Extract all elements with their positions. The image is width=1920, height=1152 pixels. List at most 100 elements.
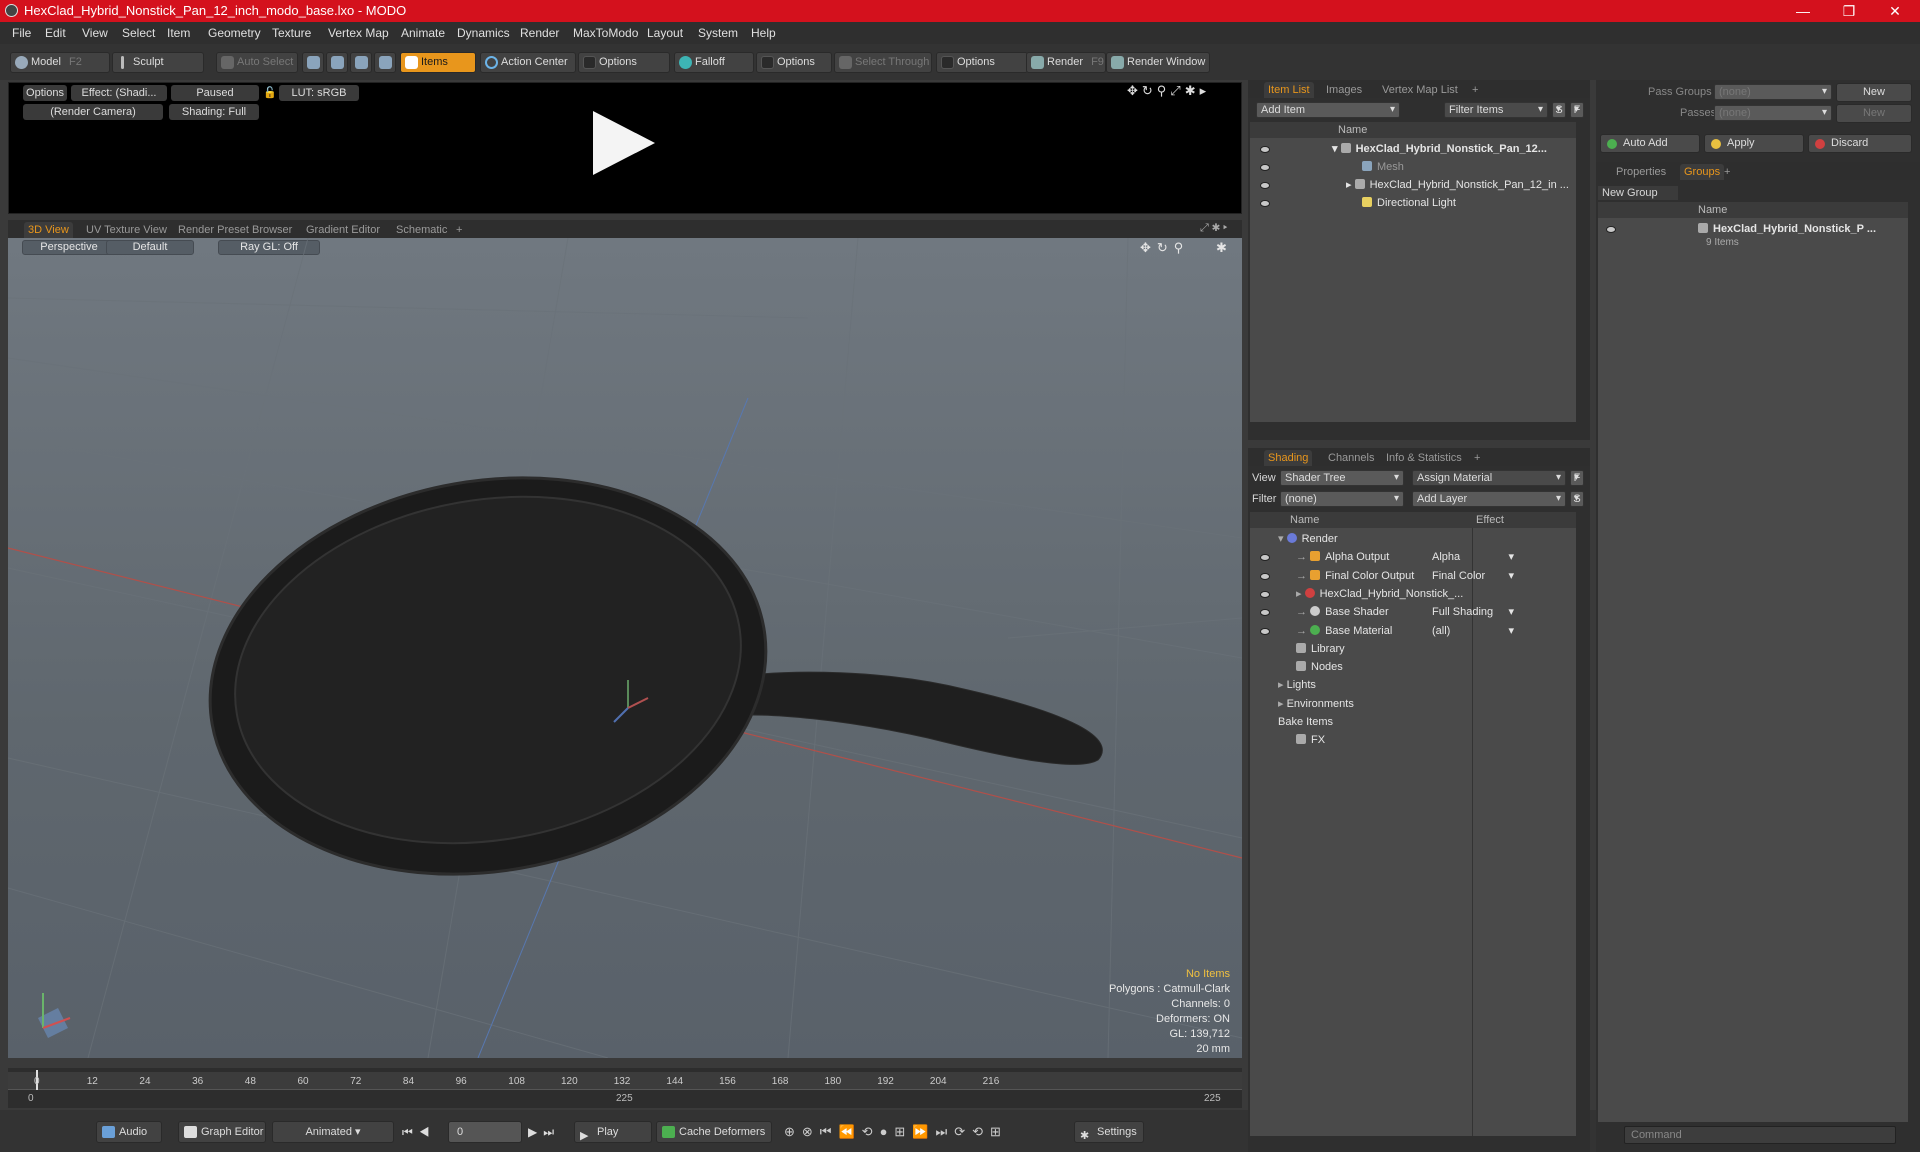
list-item[interactable]: Directional Light [1250, 194, 1576, 212]
frame-input[interactable]: 0 [448, 1121, 522, 1143]
shader-row[interactable]: Nodes [1250, 658, 1576, 676]
menu-view[interactable]: View [82, 26, 108, 40]
play-icon[interactable] [593, 111, 655, 175]
menu-layout[interactable]: Layout [647, 26, 683, 40]
preview-paused-button[interactable]: Paused [171, 85, 259, 101]
menu-animate[interactable]: Animate [401, 26, 445, 40]
groups-list[interactable]: Name HexClad_Hybrid_Nonstick_P ... 9 Ite… [1598, 202, 1908, 1122]
tab-3d-view[interactable]: 3D View [24, 222, 73, 238]
tab-uv-texture-view[interactable]: UV Texture View [82, 222, 171, 238]
minimize-button[interactable]: — [1780, 0, 1826, 22]
sculpt-mode-button[interactable]: Sculpt [112, 52, 204, 73]
list-item[interactable]: ▾ HexClad_Hybrid_Nonstick_Pan_12... [1250, 140, 1576, 158]
list-item[interactable]: ▸ HexClad_Hybrid_Nonstick_Pan_12_in ... [1250, 176, 1576, 194]
eye-icon[interactable] [1260, 609, 1270, 617]
polygons-mode-button[interactable] [350, 52, 372, 73]
shading-s-button[interactable]: S [1570, 491, 1584, 507]
tab-info-statistics[interactable]: Info & Statistics [1382, 450, 1466, 466]
add-item-dropdown[interactable]: Add Item [1256, 102, 1400, 118]
menu-geometry[interactable]: Geometry [208, 26, 261, 40]
eye-icon[interactable] [1260, 572, 1270, 580]
auto-add-button[interactable]: Auto Add [1600, 134, 1700, 153]
tab-item-list[interactable]: Item List [1264, 82, 1314, 98]
timeline[interactable]: 0 12 24 36 48 60 72 84 96 108 120 132 144 156 168 180 19… [8, 1068, 1242, 1108]
eye-icon[interactable] [1260, 590, 1270, 598]
effect-dropdown[interactable]: Full Shading ▾ [1432, 603, 1514, 621]
tab-gradient-editor[interactable]: Gradient Editor [302, 222, 384, 238]
play-button[interactable]: ▶ Play [574, 1121, 652, 1143]
eye-icon[interactable] [1260, 182, 1270, 189]
eye-icon[interactable] [1260, 554, 1270, 562]
menu-texture[interactable]: Texture [272, 26, 311, 40]
settings-button[interactable]: ✱ Settings [1074, 1121, 1144, 1143]
render-camera-dropdown[interactable]: (Render Camera) [23, 104, 163, 120]
apply-button[interactable]: Apply [1704, 134, 1804, 153]
pan-handle[interactable] [727, 671, 1103, 765]
eye-icon[interactable] [1260, 200, 1270, 207]
action-center-button[interactable]: Action Center [480, 52, 576, 73]
shading-dropdown[interactable]: Shading: Full [169, 104, 259, 120]
new-pass-button[interactable]: New [1836, 104, 1912, 123]
expand-icon[interactable]: → [1296, 570, 1310, 582]
animated-dropdown[interactable]: Animated ▾ [272, 1121, 394, 1143]
menu-edit[interactable]: Edit [45, 26, 66, 40]
expand-icon[interactable]: ▾ [1278, 533, 1287, 545]
viewport-options-icons[interactable]: ⤢ ✱ ▸ [1200, 222, 1227, 235]
item-tree[interactable]: Name ▾ HexClad_Hybrid_Nonstick_Pan_12...… [1250, 122, 1576, 422]
effect-dropdown[interactable]: Final Color ▾ [1432, 567, 1514, 585]
shader-tree[interactable]: Name Effect ▾ Render → Alpha Output Alpha ▾ →… [1250, 512, 1576, 1136]
render-button[interactable]: Render F9 [1026, 52, 1106, 73]
items-mode-button[interactable]: Items [400, 52, 476, 73]
tab-schematic[interactable]: Schematic [392, 222, 451, 238]
expand-icon[interactable]: ▸ [1278, 698, 1287, 710]
falloff-button[interactable]: Falloff [674, 52, 754, 73]
shader-row[interactable]: ▸ HexClad_Hybrid_Nonstick_... [1250, 585, 1576, 603]
eye-icon[interactable] [1260, 627, 1270, 635]
menu-file[interactable]: File [12, 26, 31, 40]
graph-editor-button[interactable]: Graph Editor [178, 1121, 266, 1143]
menu-select[interactable]: Select [122, 26, 155, 40]
menu-dynamics[interactable]: Dynamics [457, 26, 510, 40]
shader-row[interactable]: → Base Material (all) ▾ [1250, 622, 1576, 640]
tab-channels[interactable]: Channels [1324, 450, 1378, 466]
shader-row[interactable]: → Alpha Output Alpha ▾ [1250, 548, 1576, 566]
command-input[interactable]: Command [1624, 1126, 1896, 1144]
shader-row[interactable]: ▸ Lights [1250, 676, 1576, 694]
add-tab-button[interactable]: + [1468, 82, 1482, 98]
close-button[interactable]: ✕ [1872, 0, 1918, 22]
menu-vertex-map[interactable]: Vertex Map [328, 26, 389, 40]
discard-button[interactable]: Discard [1808, 134, 1912, 153]
preview-effect-dropdown[interactable]: Effect: (Shadi... [71, 85, 167, 101]
menu-render[interactable]: Render [520, 26, 559, 40]
tab-vertex-map-list[interactable]: Vertex Map List [1378, 82, 1462, 98]
expand-icon[interactable]: → [1296, 551, 1310, 563]
expand-icon[interactable]: → [1296, 625, 1310, 637]
menu-help[interactable]: Help [751, 26, 776, 40]
vertices-mode-button[interactable] [302, 52, 324, 73]
shader-row[interactable]: Library [1250, 640, 1576, 658]
filter-dropdown[interactable]: (none) [1280, 491, 1404, 507]
auto-select-button[interactable]: Auto Select [216, 52, 298, 73]
expand-icon[interactable]: ▸ [1278, 679, 1287, 691]
passes-dropdown[interactable]: (none) [1714, 105, 1832, 121]
menu-system[interactable]: System [698, 26, 738, 40]
new-group-button[interactable]: New Group [1598, 186, 1678, 200]
materials-mode-button[interactable] [374, 52, 396, 73]
new-pass-group-button[interactable]: New [1836, 83, 1912, 102]
add-layer-dropdown[interactable]: Add Layer [1412, 491, 1566, 507]
shading-f-button[interactable]: F [1570, 470, 1584, 486]
lut-dropdown[interactable]: LUT: sRGB [279, 85, 359, 101]
falloff-options-button[interactable]: Options [756, 52, 832, 73]
skip-forward-icons[interactable]: ▶⏭ [528, 1125, 560, 1140]
menu-item[interactable]: Item [167, 26, 190, 40]
audio-button[interactable]: Audio [96, 1121, 162, 1143]
skip-back-icons[interactable]: ⏮◀ [402, 1125, 436, 1140]
render-window-button[interactable]: Render Window [1106, 52, 1210, 73]
model-mode-button[interactable]: Model F2 [10, 52, 110, 73]
expand-icon[interactable]: ▸ [1296, 588, 1305, 600]
shader-row[interactable]: Bake Items [1250, 713, 1576, 731]
assign-material-button[interactable]: Assign Material [1412, 470, 1566, 486]
pass-groups-dropdown[interactable]: (none) [1714, 84, 1832, 100]
select-through-button[interactable]: Select Through [834, 52, 932, 73]
menu-maxtomodo[interactable]: MaxToModo [573, 26, 638, 40]
